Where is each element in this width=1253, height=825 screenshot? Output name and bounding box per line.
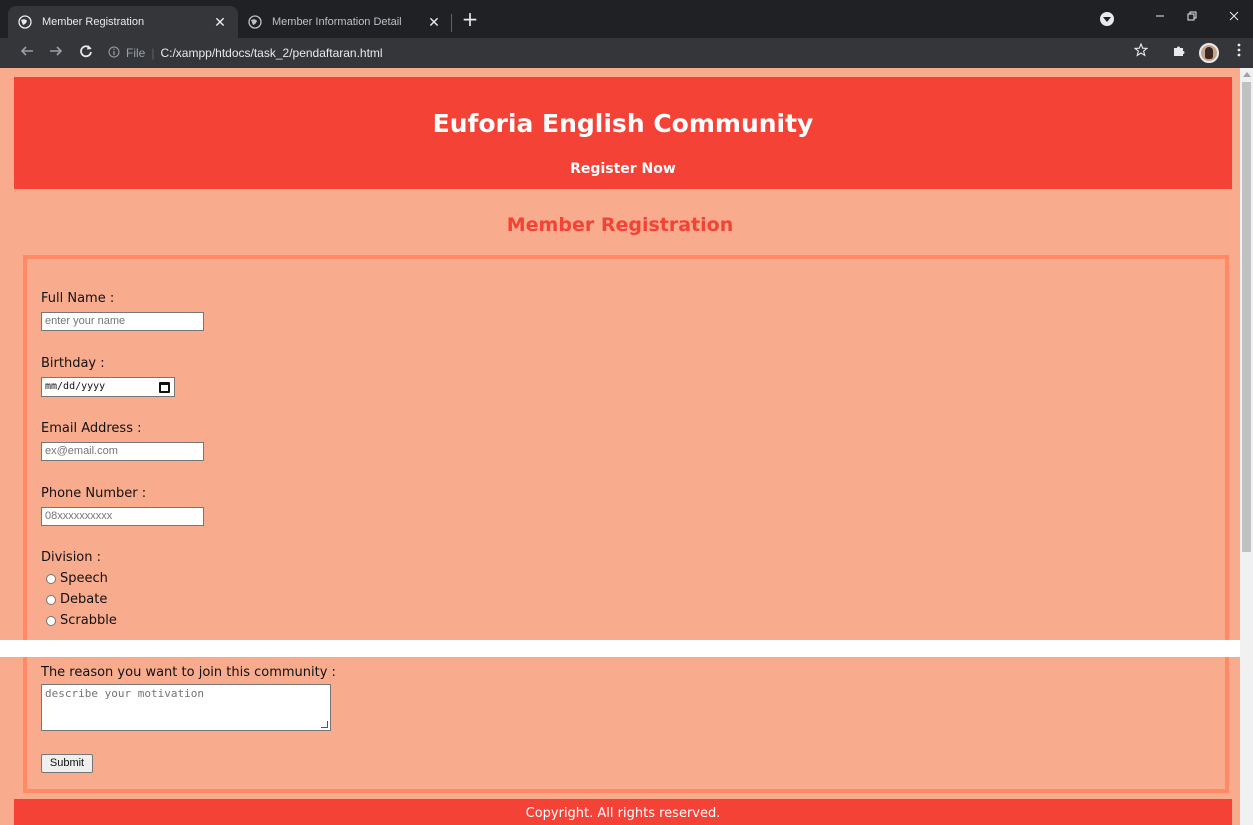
tab-title: Member Registration [42,16,145,28]
globe-icon [248,15,262,29]
calendar-icon[interactable] [159,382,170,393]
tab-member-registration[interactable]: Member Registration ✕ [8,6,238,38]
tab-title: Member Information Detail [272,16,402,28]
star-icon[interactable] [1130,42,1152,64]
birthday-label: Birthday : [41,356,105,371]
section-title: Member Registration [506,214,734,236]
extensions-puzzle-icon[interactable] [1168,42,1190,64]
site-title: Euforia English Community [432,109,814,138]
radio-label: Speech [60,571,108,586]
reason-label: The reason you want to join this communi… [41,665,336,680]
phone-label: Phone Number : [41,486,147,501]
radio-button[interactable] [46,573,56,584]
browser-toolbar: File | C:/xampp/htdocs/task_2/pendaftara… [0,38,1253,68]
address-url[interactable]: C:/xampp/htdocs/task_2/pendaftaran.html [160,46,382,60]
minimize-icon[interactable] [1148,8,1172,28]
scroll-up-arrow-icon[interactable] [1243,72,1251,77]
back-arrow-icon[interactable] [16,42,38,64]
close-tab-icon[interactable]: ✕ [212,14,228,31]
tab-search-icon[interactable] [1100,12,1114,26]
scrollbar-thumb[interactable] [1242,82,1251,552]
submit-button[interactable]: Submit [41,754,93,773]
address-divider: | [151,46,155,60]
email-label: Email Address : [41,421,142,436]
address-bar[interactable]: File | C:/xampp/htdocs/task_2/pendaftara… [108,41,1158,65]
radio-label: Debate [60,592,108,607]
radio-button[interactable] [46,615,56,626]
kebab-menu-icon[interactable] [1228,42,1250,64]
reason-textarea[interactable]: describe your motivation [41,684,331,731]
division-option-scrabble[interactable]: Scrabble [46,613,117,628]
email-input[interactable]: ex@email.com [41,442,204,461]
new-tab-button[interactable]: + [458,8,482,32]
close-window-icon[interactable] [1222,8,1246,28]
birthday-date-input[interactable]: mm/dd/yyyy [41,377,175,397]
birthday-date-placeholder: mm/dd/yyyy [45,381,106,392]
reload-icon[interactable] [75,42,97,64]
info-icon[interactable] [108,46,120,61]
forward-arrow-icon[interactable] [45,42,67,64]
page-footer: Copyright. All rights reserved. [14,799,1232,825]
radio-label: Scrabble [60,613,117,628]
division-option-speech[interactable]: Speech [46,571,108,586]
close-tab-icon[interactable]: ✕ [426,14,442,31]
full-name-input[interactable]: enter your name [41,312,204,331]
globe-icon [18,15,32,29]
site-subtitle: Register Now [570,161,676,177]
radio-button[interactable] [46,594,56,605]
tab-member-information-detail[interactable]: Member Information Detail ✕ [238,6,452,38]
phone-input[interactable]: 08xxxxxxxxxx [41,507,204,526]
page-viewport: Euforia English Community Register Now M… [0,68,1240,825]
browser-tabstrip: Member Registration ✕ Member Information… [0,0,1253,38]
restore-icon[interactable] [1180,8,1204,28]
division-option-debate[interactable]: Debate [46,592,107,607]
full-name-label: Full Name : [41,291,115,306]
reason-placeholder: describe your motivation [45,687,204,700]
division-label: Division : [41,550,102,565]
tab-divider [451,14,452,32]
capture-seam [0,640,1240,657]
page-scrollbar[interactable] [1240,68,1253,825]
page-header: Euforia English Community Register Now [14,77,1232,189]
address-scheme-label: File [126,46,146,60]
profile-avatar-icon[interactable] [1199,43,1219,63]
resize-grip-icon[interactable] [321,721,328,728]
